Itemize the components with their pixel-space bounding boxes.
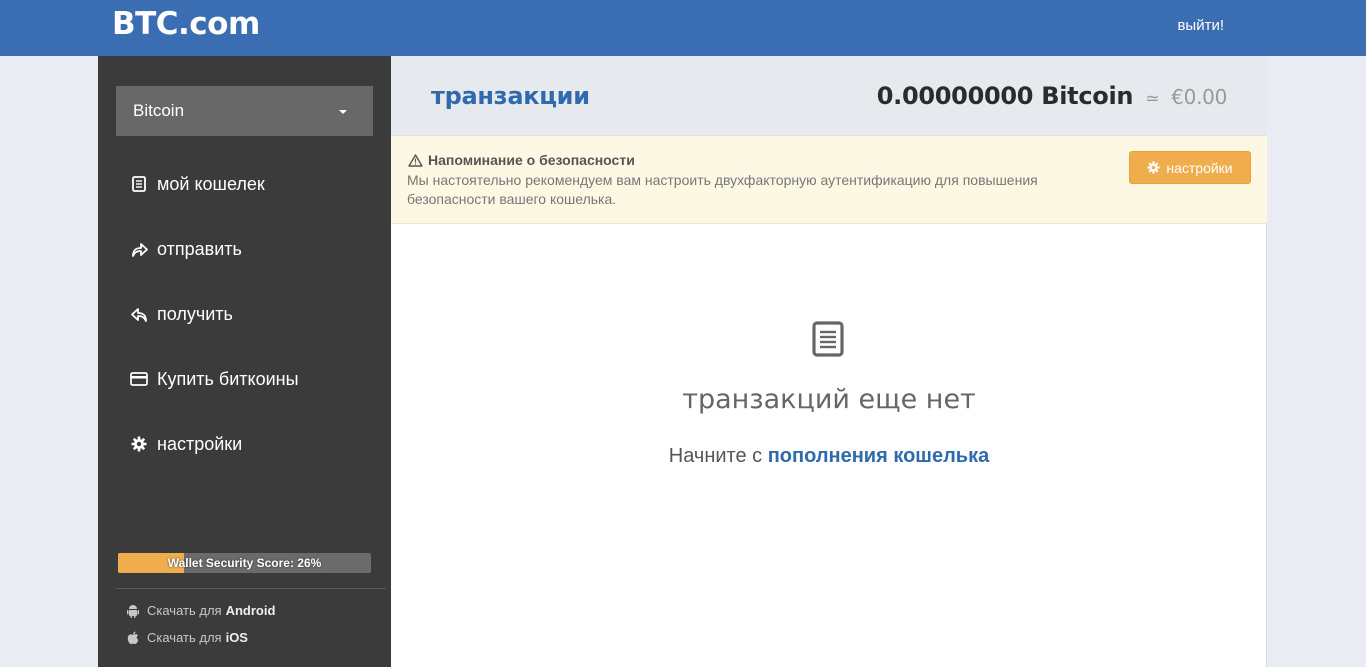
send-arrow-icon xyxy=(130,240,148,258)
sidebar-item-label: настройки xyxy=(157,433,243,454)
alert-title-text: Напоминание о безопасности xyxy=(428,152,635,168)
security-reminder-alert: Напоминание о безопасности Мы настоятель… xyxy=(391,136,1267,224)
download-prefix: Скачать для xyxy=(147,630,222,645)
sidebar-item-label: мой кошелек xyxy=(157,173,265,194)
download-platform: Android xyxy=(225,603,276,618)
coin-select[interactable]: Bitcoin xyxy=(116,86,373,136)
approx-symbol: ≃ xyxy=(1145,89,1160,109)
download-ios-link[interactable]: Скачать для iOS xyxy=(126,630,248,645)
empty-state-prefix: Начните с xyxy=(668,445,763,467)
download-platform: iOS xyxy=(225,630,248,645)
credit-card-icon xyxy=(130,370,148,388)
alert-body: Мы настоятельно рекомендуем вам настроит… xyxy=(407,172,1038,207)
download-prefix: Скачать для xyxy=(147,603,222,618)
page-title: транзакции xyxy=(431,82,590,110)
balance-fiat: €0.00 xyxy=(1171,85,1227,109)
gear-icon xyxy=(1147,161,1160,174)
settings-button[interactable]: настройки xyxy=(1129,151,1251,184)
sidebar-item-buy-bitcoin[interactable]: Купить биткоины xyxy=(130,364,299,394)
chevron-down-icon xyxy=(339,110,347,114)
balance-btc: 0.00000000 Bitcoin xyxy=(876,82,1134,110)
empty-state-title: транзакций еще нет xyxy=(682,384,976,415)
btc-logo[interactable]: BTC.com xyxy=(112,6,260,42)
gear-icon xyxy=(130,435,148,453)
download-android-link[interactable]: Скачать для Android xyxy=(126,603,275,618)
coin-select-label: Bitcoin xyxy=(133,101,185,120)
sidebar-item-settings[interactable]: настройки xyxy=(130,429,242,459)
sidebar-divider xyxy=(116,588,386,589)
apple-icon xyxy=(126,631,140,645)
sidebar-item-receive[interactable]: получить xyxy=(130,299,233,329)
wallet-list-icon xyxy=(130,175,148,193)
sidebar-item-my-wallet[interactable]: мой кошелек xyxy=(130,169,265,199)
sidebar-item-label: получить xyxy=(157,303,233,324)
settings-button-label: настройки xyxy=(1166,159,1233,176)
wallet-balance: 0.00000000 Bitcoin ≃ €0.00 xyxy=(876,82,1228,110)
sidebar-item-label: отправить xyxy=(157,238,242,259)
document-list-icon xyxy=(812,321,844,362)
security-score-label: Wallet Security Score: 26% xyxy=(167,556,322,570)
sidebar: Bitcoin мой кошелек отправить получить К… xyxy=(98,56,391,667)
warning-icon xyxy=(408,153,423,167)
android-icon xyxy=(126,604,140,618)
top-bar: BTC.com выйти! xyxy=(0,0,1366,56)
fund-wallet-link[interactable]: пополнения кошелька xyxy=(768,445,990,467)
alert-title: Напоминание о безопасности xyxy=(408,152,635,168)
security-score-bar: Wallet Security Score: 26% xyxy=(118,553,371,573)
receive-arrow-icon xyxy=(130,305,148,323)
sidebar-item-send[interactable]: отправить xyxy=(130,234,242,264)
sidebar-item-label: Купить биткоины xyxy=(157,368,299,389)
main-header: транзакции 0.00000000 Bitcoin ≃ €0.00 xyxy=(391,56,1267,136)
empty-state-subtitle: Начните с пополнения кошелька xyxy=(391,445,1267,468)
main-panel: транзакции 0.00000000 Bitcoin ≃ €0.00 На… xyxy=(391,56,1267,667)
logout-link[interactable]: выйти! xyxy=(1177,17,1224,34)
